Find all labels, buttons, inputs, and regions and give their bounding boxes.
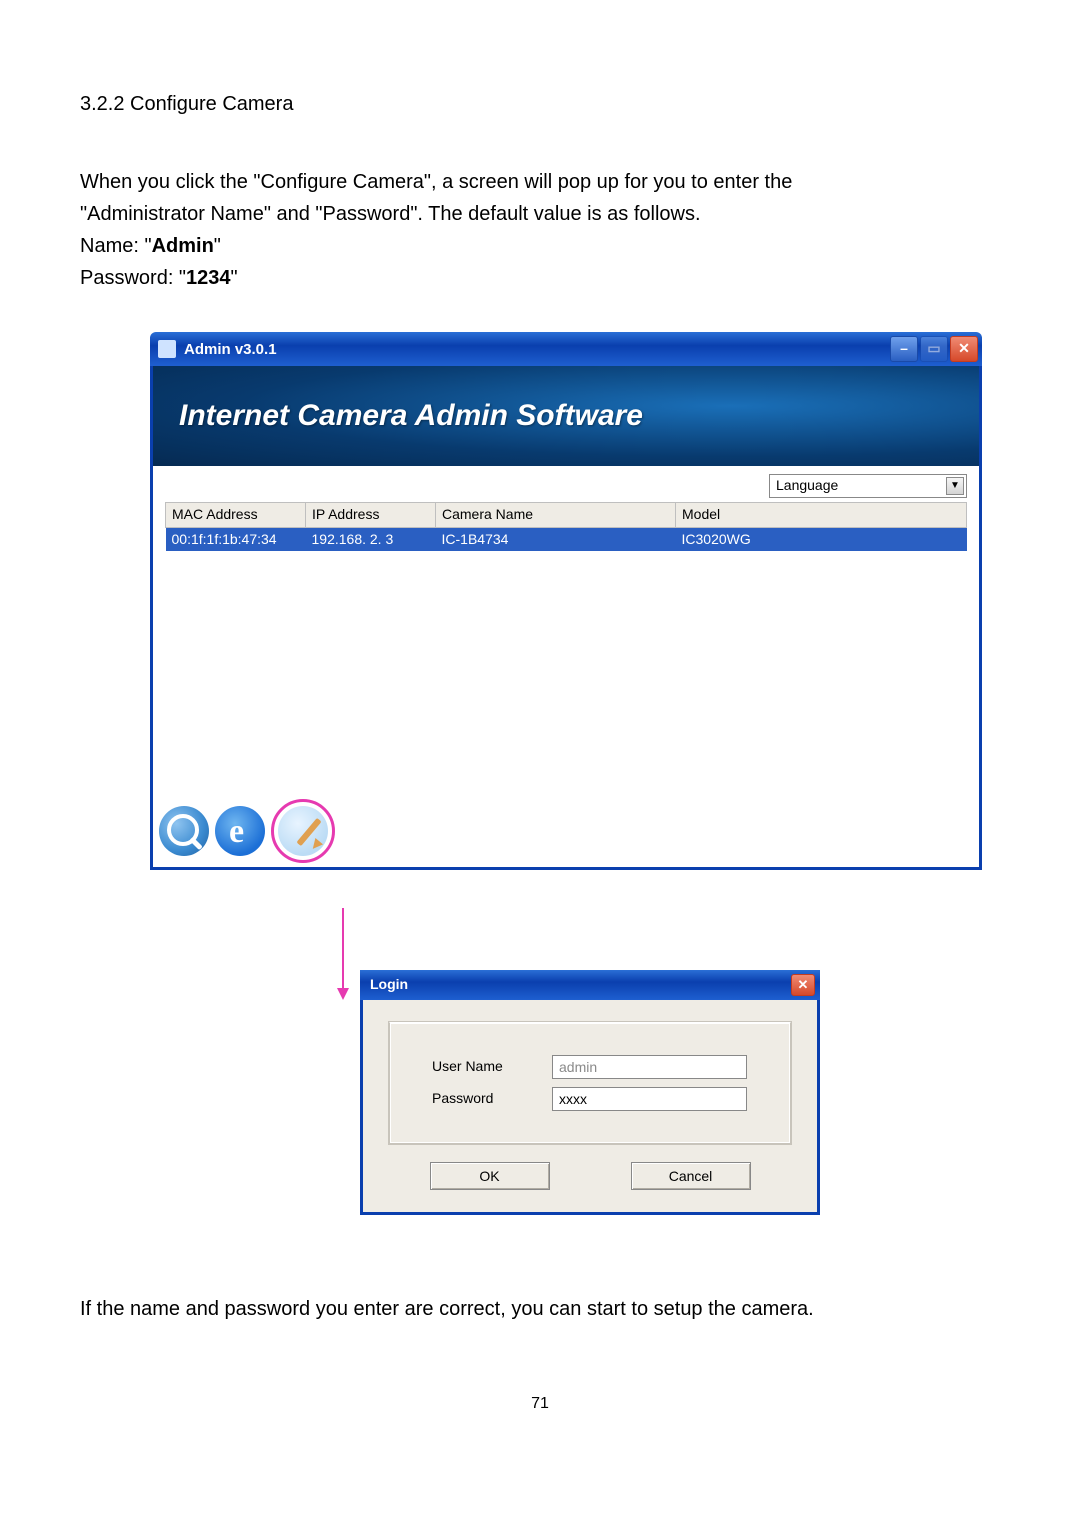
ok-button[interactable]: OK <box>430 1162 550 1190</box>
col-mac[interactable]: MAC Address <box>166 503 306 528</box>
login-fields-group: User Name Password <box>389 1022 791 1144</box>
maximize-button[interactable]: ▭ <box>920 336 948 362</box>
col-camera-name[interactable]: Camera Name <box>436 503 676 528</box>
cell-ip: 192.168. 2. 3 <box>306 527 436 551</box>
app-icon <box>158 340 176 358</box>
after-text: If the name and password you enter are c… <box>80 1295 1000 1323</box>
camera-table: MAC Address IP Address Camera Name Model… <box>165 502 967 551</box>
login-dialog: Login ✕ User Name Password OK Cancel <box>360 970 820 1215</box>
close-icon[interactable]: ✕ <box>791 974 815 996</box>
browser-icon[interactable] <box>215 806 265 856</box>
cancel-button[interactable]: Cancel <box>631 1162 751 1190</box>
login-titlebar: Login ✕ <box>360 970 820 1000</box>
col-model[interactable]: Model <box>676 503 967 528</box>
section-heading: 3.2.2 Configure Camera <box>80 90 1000 118</box>
close-button[interactable]: ✕ <box>950 336 978 362</box>
name-label-pre: Name: " <box>80 235 152 257</box>
screenshot-area: Admin v3.0.1 – ▭ ✕ Internet Camera Admin… <box>150 332 982 1215</box>
username-input[interactable] <box>552 1055 747 1079</box>
minimize-button[interactable]: – <box>890 336 918 362</box>
col-ip[interactable]: IP Address <box>306 503 436 528</box>
admin-window: Admin v3.0.1 – ▭ ✕ Internet Camera Admin… <box>150 332 982 870</box>
admin-toolbar <box>153 801 979 867</box>
chevron-down-icon: ▼ <box>946 477 964 495</box>
cell-camera-name: IC-1B4734 <box>436 527 676 551</box>
table-header-row: MAC Address IP Address Camera Name Model <box>166 503 967 528</box>
admin-banner: Internet Camera Admin Software <box>153 366 979 466</box>
intro-line-2: "Administrator Name" and "Password". The… <box>80 200 1000 228</box>
table-empty-area <box>165 551 967 801</box>
table-row[interactable]: 00:1f:1f:1b:47:34 192.168. 2. 3 IC-1B473… <box>166 527 967 551</box>
password-input[interactable] <box>552 1087 747 1111</box>
callout-arrow <box>342 908 344 998</box>
default-password-value: 1234 <box>186 267 231 289</box>
page-number: 71 <box>80 1393 1000 1415</box>
configure-camera-highlight <box>271 799 335 863</box>
default-name-value: Admin <box>152 235 214 257</box>
language-dropdown-label: Language <box>776 476 838 496</box>
intro-line-1: When you click the "Configure Camera", a… <box>80 168 1000 196</box>
cell-mac: 00:1f:1f:1b:47:34 <box>166 527 306 551</box>
configure-camera-icon[interactable] <box>278 806 328 856</box>
admin-title: Admin v3.0.1 <box>184 339 277 360</box>
language-dropdown[interactable]: Language ▼ <box>769 474 967 498</box>
login-title: Login <box>370 975 408 995</box>
admin-body: Language ▼ MAC Address IP Address <box>153 466 979 801</box>
search-icon[interactable] <box>159 806 209 856</box>
pass-label-pre: Password: " <box>80 267 186 289</box>
password-label: Password <box>432 1089 552 1109</box>
default-password-line: Password: "1234" <box>80 264 1000 292</box>
admin-titlebar: Admin v3.0.1 – ▭ ✕ <box>150 332 982 366</box>
default-name-line: Name: "Admin" <box>80 232 1000 260</box>
cell-model: IC3020WG <box>676 527 967 551</box>
username-label: User Name <box>432 1057 552 1077</box>
pass-label-post: " <box>231 267 238 289</box>
name-label-post: " <box>214 235 221 257</box>
